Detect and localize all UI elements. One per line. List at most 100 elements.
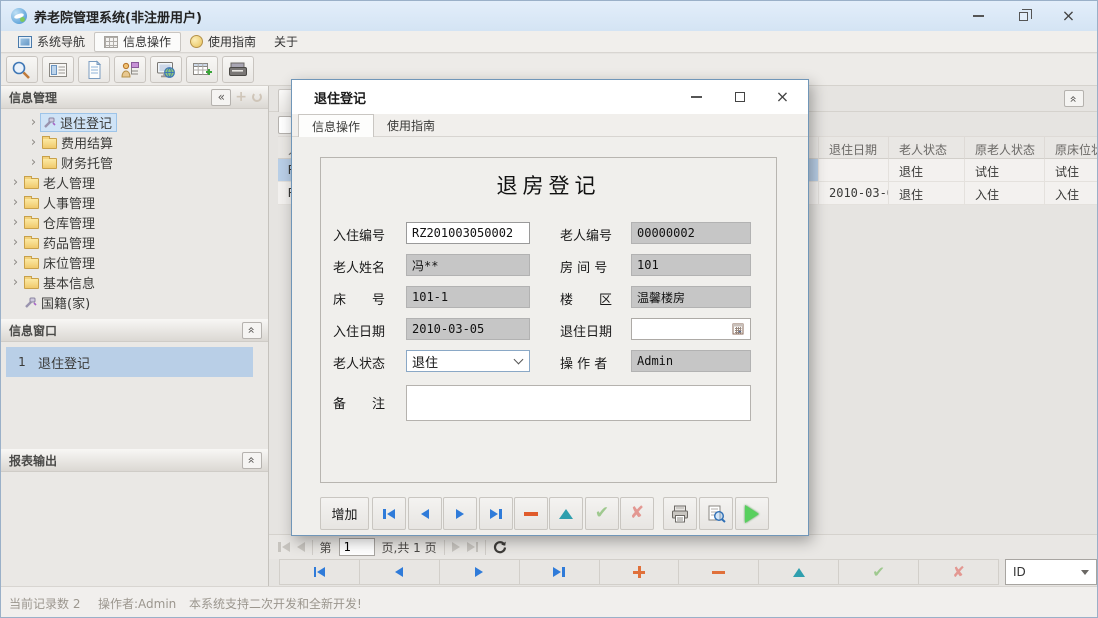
page-prev-button[interactable] (297, 542, 305, 552)
new-document-button[interactable] (78, 56, 110, 83)
expander-icon[interactable]: › (27, 135, 40, 150)
checkin-no-input[interactable] (406, 222, 530, 244)
sort-field-dropdown[interactable]: ID (1005, 559, 1097, 585)
tree-item-elder[interactable]: › 老人管理 (9, 172, 99, 192)
grid-filter-input-partial[interactable] (278, 116, 292, 134)
collapse-left-button[interactable]: « (211, 89, 231, 106)
dialog-minimize-button[interactable] (675, 80, 718, 114)
delete-record-button[interactable] (679, 560, 759, 584)
dialog-close-button[interactable]: × (761, 80, 804, 114)
cancel-record-button[interactable]: ✘ (919, 560, 999, 584)
expander-icon[interactable]: › (9, 175, 22, 190)
form-title: 退房登记 (321, 170, 776, 200)
expander-icon[interactable]: › (9, 275, 22, 290)
grid-cell[interactable]: 2010-03-05 (819, 182, 889, 205)
tree-item-medicine[interactable]: › 药品管理 (9, 232, 99, 252)
monitor-button[interactable] (150, 56, 182, 83)
tree-item-checkout[interactable]: › 退住登记 (27, 112, 117, 132)
db-prev-button[interactable] (408, 497, 442, 530)
preview-button[interactable] (699, 497, 733, 530)
expander-icon[interactable]: › (9, 255, 22, 270)
page-next-button[interactable] (452, 542, 460, 552)
page-first-button[interactable] (278, 542, 290, 552)
collapse-up-button[interactable]: « (242, 452, 262, 469)
field-label: 入住日期 (333, 321, 385, 340)
post-record-button[interactable]: ✔ (839, 560, 919, 584)
table-add-button[interactable] (186, 56, 218, 83)
refresh-tree-icon[interactable] (252, 92, 262, 102)
tree-item-bed[interactable]: › 床位管理 (9, 252, 99, 272)
print-button[interactable] (663, 497, 697, 530)
minimize-icon (691, 96, 702, 98)
insert-record-button[interactable] (600, 560, 680, 584)
db-delete-button[interactable] (514, 497, 548, 530)
menu-item-about[interactable]: 关于 (265, 32, 307, 52)
grid-cell[interactable] (819, 159, 889, 182)
collapse-up-button[interactable]: « (242, 322, 262, 339)
grid-cell[interactable]: 入住 (1045, 182, 1098, 205)
grid-cell[interactable]: 入住 (965, 182, 1045, 205)
db-cancel-button[interactable]: ✘ (620, 497, 654, 530)
page-number-input[interactable] (339, 538, 375, 556)
elder-no-field: 00000002 (631, 222, 751, 244)
expander-icon[interactable]: › (27, 115, 40, 130)
dialog-tab-user-guide[interactable]: 使用指南 (374, 114, 448, 137)
record-count-text: 当前记录数 2 (9, 595, 80, 612)
bed-no-field: 101-1 (406, 286, 530, 308)
tree-item-nationality[interactable]: 国籍(家) (22, 292, 94, 312)
nav-last-button[interactable] (520, 560, 600, 584)
grid-cell[interactable]: 试住 (1045, 159, 1098, 182)
db-edit-button[interactable] (549, 497, 583, 530)
restore-button[interactable] (1001, 1, 1046, 31)
close-button[interactable]: × (1046, 1, 1091, 31)
column-header[interactable]: 老人状态 (889, 136, 965, 159)
edit-record-button[interactable] (759, 560, 839, 584)
grid-cell[interactable]: 退住 (889, 182, 965, 205)
elder-status-select[interactable]: 退住 (406, 350, 530, 372)
menu-item-system-nav[interactable]: 系统导航 (9, 32, 94, 52)
personnel-button[interactable] (114, 56, 146, 83)
grid-cell[interactable]: 退住 (889, 159, 965, 182)
add-button[interactable]: 增加 (320, 497, 369, 530)
add-node-icon[interactable]: + (235, 89, 247, 105)
expander-icon[interactable]: › (9, 215, 22, 230)
info-window-item[interactable]: 1 退住登记 (6, 347, 253, 377)
tree-item-fee[interactable]: › 费用结算 (27, 132, 117, 152)
search-button[interactable] (6, 56, 38, 83)
collapse-grid-button[interactable]: « (1064, 90, 1084, 107)
grid-cell[interactable]: 试住 (965, 159, 1045, 182)
device-button[interactable] (222, 56, 254, 83)
menu-item-info-operation[interactable]: 信息操作 (94, 32, 181, 52)
expander-icon[interactable]: › (27, 155, 40, 170)
checkout-date-input[interactable] (631, 318, 751, 340)
expander-icon[interactable]: › (9, 235, 22, 250)
tree-item-finance[interactable]: › 财务托管 (27, 152, 117, 172)
expander-icon[interactable]: › (9, 195, 22, 210)
tree-item-basic-info[interactable]: › 基本信息 (9, 272, 99, 292)
page-last-button[interactable] (467, 542, 479, 552)
db-last-button[interactable] (479, 497, 513, 530)
db-first-button[interactable] (372, 497, 406, 530)
dialog-tab-info-operation[interactable]: 信息操作 (298, 114, 374, 137)
calendar-button[interactable] (728, 320, 748, 338)
nav-first-button[interactable] (279, 560, 360, 584)
menu-item-user-guide[interactable]: 使用指南 (181, 32, 265, 52)
status-message: 本系统支持二次开发和全新开发! (189, 595, 362, 612)
execute-button[interactable] (735, 497, 769, 530)
tree-item-hr[interactable]: › 人事管理 (9, 192, 99, 212)
nav-next-button[interactable] (440, 560, 520, 584)
column-header[interactable]: 退住日期 (819, 136, 889, 159)
tree-item-warehouse[interactable]: › 仓库管理 (9, 212, 99, 232)
column-header[interactable]: 原床位状 (1045, 136, 1098, 159)
column-header[interactable]: 原老人状态 (965, 136, 1045, 159)
nav-prev-button[interactable] (360, 560, 440, 584)
record-navigator: ✔ ✘ (279, 559, 999, 585)
remark-textarea[interactable] (406, 385, 751, 421)
dialog-maximize-button[interactable] (718, 80, 761, 114)
db-next-button[interactable] (443, 497, 477, 530)
refresh-icon[interactable] (493, 540, 507, 554)
db-post-button[interactable]: ✔ (585, 497, 619, 530)
minimize-button[interactable] (956, 1, 1001, 31)
form-view-button[interactable] (42, 56, 74, 83)
folder-icon (24, 198, 39, 209)
